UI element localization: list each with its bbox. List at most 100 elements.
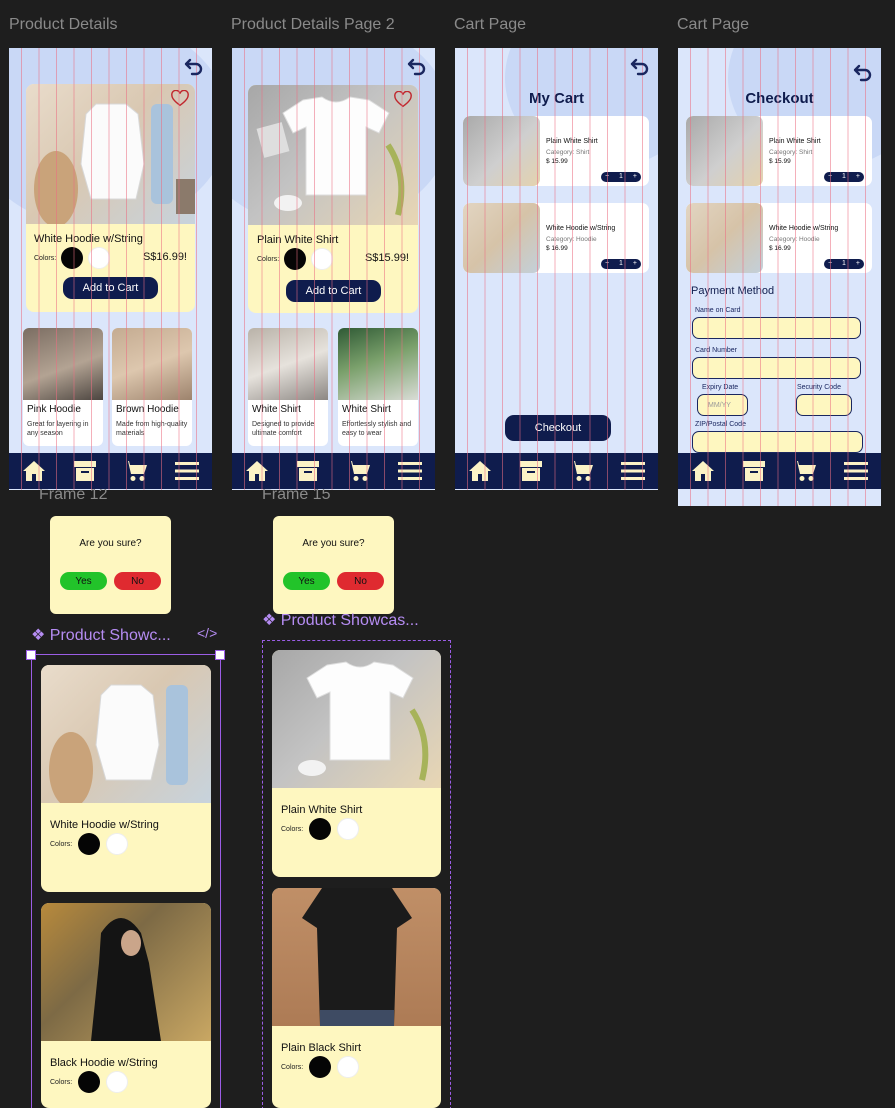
minus-icon[interactable]: − [828, 172, 832, 182]
undo-icon[interactable] [184, 56, 204, 76]
yes-button[interactable]: Yes [60, 572, 107, 590]
frame-label-cart[interactable]: Cart Page [454, 16, 526, 34]
undo-icon[interactable] [853, 62, 873, 82]
related-product-desc: Great for layering in any season [27, 421, 89, 437]
menu-icon[interactable] [620, 459, 646, 483]
archive-icon[interactable] [295, 459, 321, 483]
frame-label-checkout[interactable]: Cart Page [677, 16, 749, 34]
add-to-cart-button[interactable]: Add to Cart [286, 280, 381, 302]
cart-icon[interactable] [792, 459, 818, 483]
archive-icon[interactable] [518, 459, 544, 483]
home-icon[interactable] [690, 459, 716, 483]
color-options: Colors: [50, 1071, 129, 1093]
archive-icon[interactable] [741, 459, 767, 483]
related-product-card[interactable]: White Shirt Effortlessly stylish and eas… [338, 328, 418, 446]
colors-label: Colors: [50, 840, 73, 848]
minus-icon[interactable]: − [605, 259, 609, 269]
expiry-date-input[interactable]: MM/YY [697, 394, 748, 416]
frame-label-product-details-2[interactable]: Product Details Page 2 [231, 16, 395, 34]
menu-icon[interactable] [174, 459, 200, 483]
minus-icon[interactable]: − [828, 259, 832, 269]
showcase-name: Plain Black Shirt [281, 1042, 362, 1054]
plus-icon[interactable]: + [856, 259, 860, 269]
plus-icon[interactable]: + [633, 259, 637, 269]
home-icon[interactable] [21, 459, 47, 483]
add-to-cart-button[interactable]: Add to Cart [63, 277, 158, 299]
confirm-dialog: Are you sure? Yes No [50, 516, 171, 614]
showcase-image [272, 650, 441, 788]
resize-handle[interactable] [215, 650, 225, 660]
cart-icon[interactable] [346, 459, 372, 483]
component-label[interactable]: ❖ Product Showc... [31, 625, 171, 645]
frame-label-product-details[interactable]: Product Details [9, 16, 118, 34]
frame-checkout: Checkout Plain White Shirt Category: Shi… [678, 48, 881, 506]
cart-item-image [686, 203, 763, 273]
cart-icon[interactable] [123, 459, 149, 483]
quantity-value: 1 [619, 173, 623, 180]
bottom-nav [232, 453, 435, 489]
frame-cart: My Cart Plain White Shirt Category: Shir… [455, 48, 658, 490]
plus-icon[interactable]: + [856, 172, 860, 182]
showcase-card[interactable]: Plain White Shirt Colors: [272, 650, 441, 877]
security-code-input[interactable] [796, 394, 852, 416]
color-swatch-white[interactable] [88, 247, 111, 269]
no-button[interactable]: No [337, 572, 384, 590]
menu-icon[interactable] [843, 459, 869, 483]
cart-item-name: White Hoodie w/String [769, 225, 839, 232]
zip-input[interactable] [692, 431, 863, 453]
product-image [26, 84, 195, 224]
color-swatch-black[interactable] [78, 1071, 101, 1093]
showcase-card[interactable]: Plain Black Shirt Colors: [272, 888, 441, 1108]
color-swatch-black[interactable] [309, 1056, 332, 1078]
expiry-date-label: Expiry Date [702, 384, 739, 391]
color-options: Colors: [50, 833, 129, 855]
no-button[interactable]: No [114, 572, 161, 590]
code-icon[interactable]: </> [197, 625, 217, 641]
checkout-button[interactable]: Checkout [505, 415, 611, 441]
color-swatch-white[interactable] [106, 833, 129, 855]
cart-item: Plain White Shirt Category: Shirt $ 15.9… [686, 116, 872, 186]
menu-icon[interactable] [397, 459, 423, 483]
color-swatch-white[interactable] [106, 1071, 129, 1093]
design-canvas: Product Details Product Details Page 2 C… [0, 0, 895, 1108]
card-number-input[interactable] [692, 357, 861, 379]
showcase-name: Black Hoodie w/String [50, 1057, 158, 1069]
quantity-stepper[interactable]: − 1 + [601, 172, 641, 182]
home-icon[interactable] [244, 459, 270, 483]
undo-icon[interactable] [630, 56, 650, 76]
product-name: White Hoodie w/String [34, 233, 143, 245]
quantity-stepper[interactable]: − 1 + [601, 259, 641, 269]
related-product-image [112, 328, 192, 400]
cart-item-category: Category: Hoodie [769, 236, 820, 243]
bottom-nav [678, 453, 881, 489]
related-product-card[interactable]: Brown Hoodie Made from high-quality mate… [112, 328, 192, 446]
quantity-stepper[interactable]: − 1 + [824, 172, 864, 182]
related-product-card[interactable]: Pink Hoodie Great for layering in any se… [23, 328, 103, 446]
cart-item-name: Plain White Shirt [769, 138, 821, 145]
yes-button[interactable]: Yes [283, 572, 330, 590]
color-swatch-white[interactable] [337, 818, 360, 840]
showcase-card[interactable]: Black Hoodie w/String Colors: [41, 903, 211, 1108]
plus-icon[interactable]: + [633, 172, 637, 182]
heart-icon[interactable] [394, 90, 412, 109]
home-icon[interactable] [467, 459, 493, 483]
related-product-card[interactable]: White Shirt Designed to provide ultimate… [248, 328, 328, 446]
cart-icon[interactable] [569, 459, 595, 483]
color-swatch-white[interactable] [337, 1056, 360, 1078]
color-swatch-white[interactable] [311, 248, 334, 270]
minus-icon[interactable]: − [605, 172, 609, 182]
showcase-card[interactable]: White Hoodie w/String Colors: [41, 665, 211, 892]
color-swatch-black[interactable] [309, 818, 332, 840]
quantity-stepper[interactable]: − 1 + [824, 259, 864, 269]
undo-icon[interactable] [407, 56, 427, 76]
resize-handle[interactable] [26, 650, 36, 660]
color-swatch-black[interactable] [284, 248, 307, 270]
component-label[interactable]: ❖ Product Showcas... [262, 610, 419, 630]
page-title: My Cart [528, 90, 584, 107]
heart-icon[interactable] [171, 89, 189, 108]
color-swatch-black[interactable] [78, 833, 101, 855]
name-on-card-input[interactable] [692, 317, 861, 339]
archive-icon[interactable] [72, 459, 98, 483]
cart-item: Plain White Shirt Category: Shirt $ 15.9… [463, 116, 649, 186]
color-swatch-black[interactable] [61, 247, 84, 269]
